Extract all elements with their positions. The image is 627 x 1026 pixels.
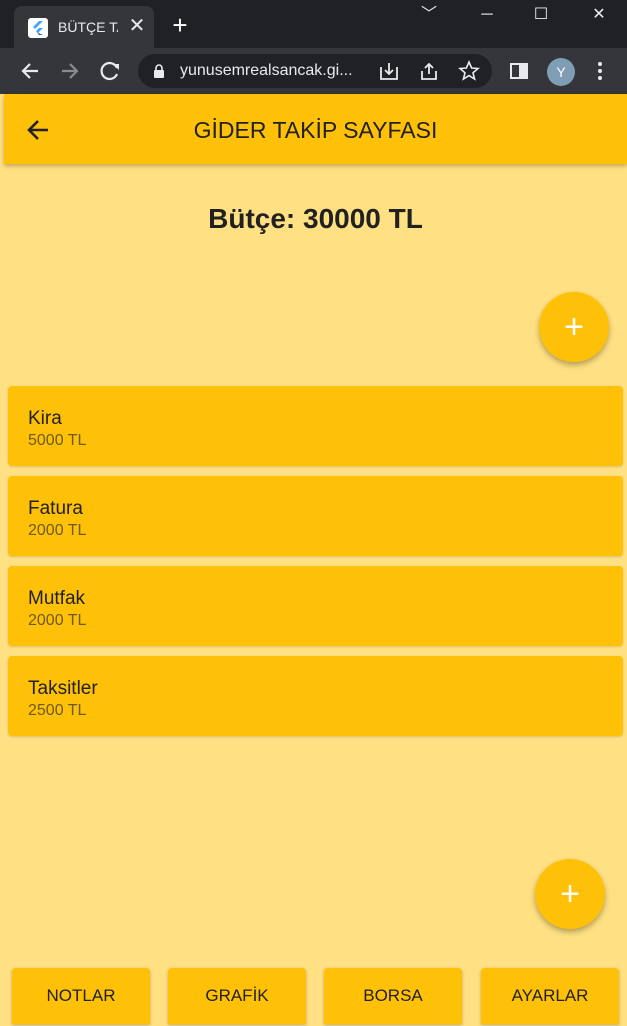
expense-item-fatura[interactable]: Fatura 2000 TL bbox=[8, 476, 623, 556]
new-tab-icon[interactable]: + bbox=[168, 12, 192, 38]
lock-icon bbox=[154, 64, 164, 78]
address-bar[interactable]: yunusemrealsancak.gi... bbox=[138, 54, 492, 88]
nav-notlar-button[interactable]: NOTLAR bbox=[12, 968, 150, 1024]
expense-name: Kira bbox=[28, 408, 62, 429]
expense-amount: 2000 TL bbox=[28, 522, 87, 539]
expense-amount: 2500 TL bbox=[28, 702, 87, 719]
side-panel-icon[interactable] bbox=[505, 57, 533, 85]
add-expense-button-bottom[interactable]: + bbox=[535, 859, 605, 929]
flutter-favicon-icon bbox=[28, 18, 48, 38]
browser-tab[interactable]: BÜTÇE TA ✕ bbox=[14, 6, 154, 48]
expense-item-kira[interactable]: Kira 5000 TL bbox=[8, 386, 623, 466]
back-nav-icon[interactable] bbox=[16, 57, 44, 85]
nav-borsa-button[interactable]: BORSA bbox=[324, 968, 462, 1024]
nav-ayarlar-button[interactable]: AYARLAR bbox=[481, 968, 619, 1024]
expense-item-taksitler[interactable]: Taksitler 2500 TL bbox=[8, 656, 623, 736]
expense-item-mutfak[interactable]: Mutfak 2000 TL bbox=[8, 566, 623, 646]
maximize-icon[interactable]: ☐ bbox=[526, 4, 556, 26]
tab-search-icon[interactable]: ﹀ bbox=[414, 4, 444, 26]
minimize-icon[interactable]: ─ bbox=[472, 4, 502, 26]
share-icon[interactable] bbox=[418, 60, 440, 82]
url-text: yunusemrealsancak.gi... bbox=[180, 62, 353, 79]
expense-name: Taksitler bbox=[28, 678, 98, 699]
forward-nav-icon[interactable] bbox=[56, 57, 84, 85]
menu-kebab-icon[interactable] bbox=[586, 57, 614, 85]
expense-name: Mutfak bbox=[28, 588, 86, 609]
app-viewport: GİDER TAKİP SAYFASI Bütçe: 30000 TL + Ki… bbox=[4, 94, 627, 1026]
app-bar: GİDER TAKİP SAYFASI bbox=[4, 94, 627, 164]
browser-toolbar: yunusemrealsancak.gi... Y bbox=[0, 48, 627, 94]
expense-amount: 5000 TL bbox=[28, 432, 87, 449]
tab-close-icon[interactable]: ✕ bbox=[126, 15, 148, 37]
nav-grafik-button[interactable]: GRAFİK bbox=[168, 968, 306, 1024]
close-window-icon[interactable]: ✕ bbox=[584, 4, 614, 26]
add-expense-button-top[interactable]: + bbox=[539, 292, 609, 362]
install-icon[interactable] bbox=[378, 60, 400, 82]
bookmark-star-icon[interactable] bbox=[458, 59, 480, 82]
expense-name: Fatura bbox=[28, 498, 83, 519]
tab-title: BÜTÇE TA bbox=[58, 19, 118, 35]
browser-tabstrip: BÜTÇE TA ✕ + ﹀ ─ ☐ ✕ bbox=[0, 0, 627, 48]
page-title: GİDER TAKİP SAYFASI bbox=[193, 117, 438, 143]
profile-avatar[interactable]: Y bbox=[547, 58, 575, 86]
budget-label: Bütçe: 30000 TL bbox=[208, 203, 423, 234]
reload-icon[interactable] bbox=[96, 57, 124, 85]
expense-amount: 2000 TL bbox=[28, 612, 87, 629]
